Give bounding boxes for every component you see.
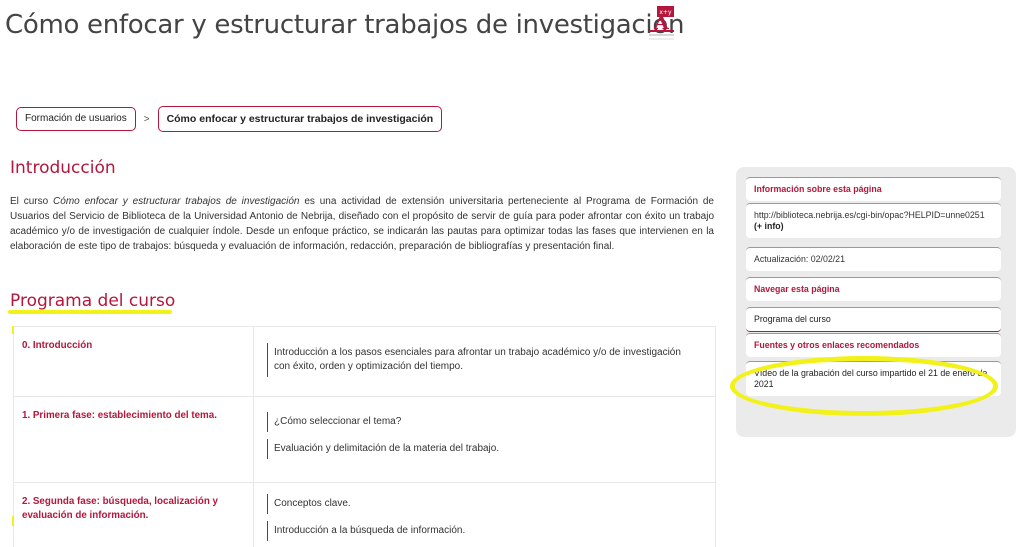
intro-paragraph: El curso Cómo enfocar y estructurar trab… <box>10 196 714 252</box>
breadcrumb-current: Cómo enfocar y estructurar trabajos de i… <box>157 105 443 133</box>
page-url[interactable]: http://biblioteca.nebrija.es/cgi-bin/opa… <box>754 210 985 220</box>
highlight-mark <box>12 326 14 334</box>
topic-item: ¿Cómo seleccionar el tema? <box>267 412 687 432</box>
breadcrumb: Formación de usuarios > Cómo enfocar y e… <box>16 105 443 133</box>
topic-item: Introducción a los pasos esenciales para… <box>267 343 687 377</box>
course-name: Cómo enfocar y estructurar trabajos de i… <box>53 196 300 207</box>
update-date: Actualización: 02/02/21 <box>746 247 1001 271</box>
table-row: 0. Introducción Introducción a los pasos… <box>14 327 715 397</box>
intro-heading: Introducción <box>10 158 116 178</box>
book-formula-icon: x+y A <box>646 6 676 46</box>
breadcrumb-separator: > <box>143 113 150 125</box>
table-row: 1. Primera fase: establecimiento del tem… <box>14 397 715 483</box>
nav-heading: Navegar esta página <box>746 277 1001 301</box>
highlight-ellipse <box>730 356 998 416</box>
nav-link-programa[interactable]: Programa del curso <box>746 307 1001 332</box>
table-row: 2. Segunda fase: búsqueda, localización … <box>14 483 715 547</box>
phase-label: 1. Primera fase: establecimiento del tem… <box>22 410 217 421</box>
breadcrumb-link-formacion[interactable]: Formación de usuarios <box>16 107 136 131</box>
highlight-mark <box>12 516 14 526</box>
phase-label: 2. Segunda fase: búsqueda, localización … <box>22 496 218 521</box>
more-info-link[interactable]: (+ info) <box>754 221 784 231</box>
topic-item: Conceptos clave. <box>267 494 687 514</box>
program-heading: Programa del curso <box>10 291 176 311</box>
page-title: Cómo enfocar y estructurar trabajos de i… <box>5 10 685 40</box>
program-table: 0. Introducción Introducción a los pasos… <box>13 326 716 547</box>
page-url-box: http://biblioteca.nebrija.es/cgi-bin/opa… <box>746 203 1001 238</box>
sources-heading: Fuentes y otros enlaces recomendados <box>746 333 1001 357</box>
highlight-underline <box>8 310 172 314</box>
topic-item: Evaluación y delimitación de la materia … <box>267 439 687 459</box>
topic-item: Introducción a la búsqueda de informació… <box>267 521 687 541</box>
phase-label: 0. Introducción <box>22 340 93 351</box>
info-heading: Información sobre esta página <box>746 177 1001 201</box>
